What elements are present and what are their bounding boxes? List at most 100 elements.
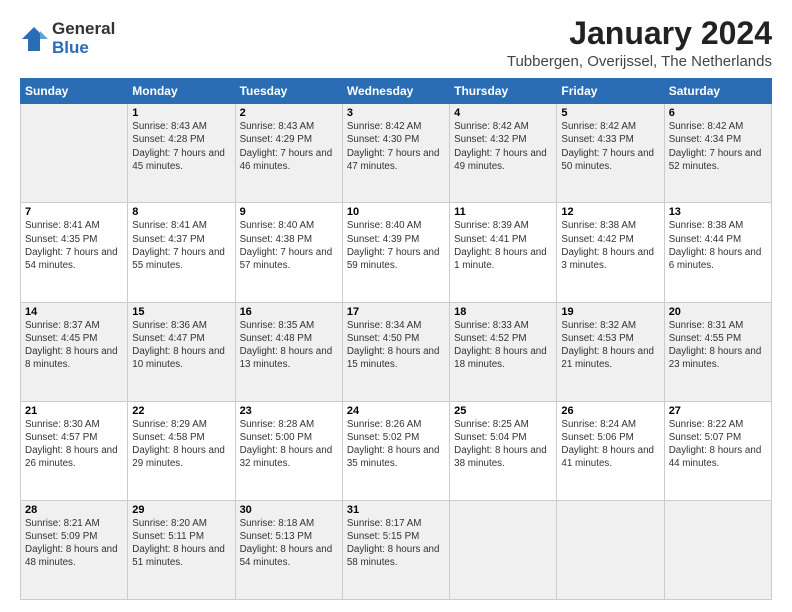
day-cell: 14 Sunrise: 8:37 AMSunset: 4:45 PMDaylig… [21,302,128,401]
subtitle: Tubbergen, Overijssel, The Netherlands [507,53,772,70]
logo-icon [20,25,48,53]
day-info: Sunrise: 8:41 AMSunset: 4:37 PMDaylight:… [132,219,230,272]
logo-general-text: General [52,20,115,39]
day-info: Sunrise: 8:34 AMSunset: 4:50 PMDaylight:… [347,319,445,372]
day-cell: 15 Sunrise: 8:36 AMSunset: 4:47 PMDaylig… [128,302,235,401]
day-number: 15 [132,306,230,318]
day-number: 26 [561,405,659,417]
day-cell: 1 Sunrise: 8:43 AMSunset: 4:28 PMDayligh… [128,104,235,203]
day-cell: 3 Sunrise: 8:42 AMSunset: 4:30 PMDayligh… [342,104,449,203]
day-info: Sunrise: 8:39 AMSunset: 4:41 PMDaylight:… [454,219,552,272]
week-row-2: 7 Sunrise: 8:41 AMSunset: 4:35 PMDayligh… [21,203,772,302]
day-cell: 9 Sunrise: 8:40 AMSunset: 4:38 PMDayligh… [235,203,342,302]
day-number: 17 [347,306,445,318]
day-cell: 17 Sunrise: 8:34 AMSunset: 4:50 PMDaylig… [342,302,449,401]
day-number: 27 [669,405,767,417]
day-number: 5 [561,107,659,119]
day-number: 11 [454,206,552,218]
day-number: 25 [454,405,552,417]
col-sunday: Sunday [21,79,128,104]
day-cell: 31 Sunrise: 8:17 AMSunset: 5:15 PMDaylig… [342,500,449,599]
day-number: 16 [240,306,338,318]
day-info: Sunrise: 8:40 AMSunset: 4:39 PMDaylight:… [347,219,445,272]
day-info: Sunrise: 8:31 AMSunset: 4:55 PMDaylight:… [669,319,767,372]
title-block: January 2024 Tubbergen, Overijssel, The … [507,16,772,70]
day-number: 20 [669,306,767,318]
day-cell: 6 Sunrise: 8:42 AMSunset: 4:34 PMDayligh… [664,104,771,203]
calendar-table: Sunday Monday Tuesday Wednesday Thursday… [20,78,772,600]
week-row-5: 28 Sunrise: 8:21 AMSunset: 5:09 PMDaylig… [21,500,772,599]
col-thursday: Thursday [450,79,557,104]
day-cell [450,500,557,599]
day-number: 24 [347,405,445,417]
day-info: Sunrise: 8:42 AMSunset: 4:34 PMDaylight:… [669,120,767,173]
day-number: 29 [132,504,230,516]
day-cell: 20 Sunrise: 8:31 AMSunset: 4:55 PMDaylig… [664,302,771,401]
day-cell: 23 Sunrise: 8:28 AMSunset: 5:00 PMDaylig… [235,401,342,500]
day-cell [557,500,664,599]
day-info: Sunrise: 8:41 AMSunset: 4:35 PMDaylight:… [25,219,123,272]
logo: General Blue [20,20,115,57]
col-tuesday: Tuesday [235,79,342,104]
day-info: Sunrise: 8:25 AMSunset: 5:04 PMDaylight:… [454,418,552,471]
day-cell: 2 Sunrise: 8:43 AMSunset: 4:29 PMDayligh… [235,104,342,203]
day-cell: 8 Sunrise: 8:41 AMSunset: 4:37 PMDayligh… [128,203,235,302]
day-info: Sunrise: 8:42 AMSunset: 4:30 PMDaylight:… [347,120,445,173]
day-info: Sunrise: 8:22 AMSunset: 5:07 PMDaylight:… [669,418,767,471]
day-info: Sunrise: 8:37 AMSunset: 4:45 PMDaylight:… [25,319,123,372]
header: General Blue January 2024 Tubbergen, Ove… [20,16,772,70]
day-info: Sunrise: 8:43 AMSunset: 4:28 PMDaylight:… [132,120,230,173]
day-info: Sunrise: 8:28 AMSunset: 5:00 PMDaylight:… [240,418,338,471]
day-info: Sunrise: 8:40 AMSunset: 4:38 PMDaylight:… [240,219,338,272]
day-cell: 10 Sunrise: 8:40 AMSunset: 4:39 PMDaylig… [342,203,449,302]
day-info: Sunrise: 8:20 AMSunset: 5:11 PMDaylight:… [132,517,230,570]
logo-text: General Blue [52,20,115,57]
day-number: 23 [240,405,338,417]
day-info: Sunrise: 8:36 AMSunset: 4:47 PMDaylight:… [132,319,230,372]
day-number: 12 [561,206,659,218]
day-number: 9 [240,206,338,218]
col-wednesday: Wednesday [342,79,449,104]
day-info: Sunrise: 8:17 AMSunset: 5:15 PMDaylight:… [347,517,445,570]
day-info: Sunrise: 8:43 AMSunset: 4:29 PMDaylight:… [240,120,338,173]
day-number: 10 [347,206,445,218]
day-cell: 28 Sunrise: 8:21 AMSunset: 5:09 PMDaylig… [21,500,128,599]
day-number: 31 [347,504,445,516]
day-number: 14 [25,306,123,318]
week-row-3: 14 Sunrise: 8:37 AMSunset: 4:45 PMDaylig… [21,302,772,401]
day-cell: 11 Sunrise: 8:39 AMSunset: 4:41 PMDaylig… [450,203,557,302]
main-title: January 2024 [507,16,772,51]
day-cell: 18 Sunrise: 8:33 AMSunset: 4:52 PMDaylig… [450,302,557,401]
page: General Blue January 2024 Tubbergen, Ove… [0,0,792,612]
day-cell: 7 Sunrise: 8:41 AMSunset: 4:35 PMDayligh… [21,203,128,302]
day-info: Sunrise: 8:18 AMSunset: 5:13 PMDaylight:… [240,517,338,570]
day-info: Sunrise: 8:38 AMSunset: 4:44 PMDaylight:… [669,219,767,272]
day-info: Sunrise: 8:33 AMSunset: 4:52 PMDaylight:… [454,319,552,372]
day-number: 1 [132,107,230,119]
day-cell [664,500,771,599]
day-info: Sunrise: 8:30 AMSunset: 4:57 PMDaylight:… [25,418,123,471]
day-info: Sunrise: 8:38 AMSunset: 4:42 PMDaylight:… [561,219,659,272]
day-cell: 5 Sunrise: 8:42 AMSunset: 4:33 PMDayligh… [557,104,664,203]
day-cell: 13 Sunrise: 8:38 AMSunset: 4:44 PMDaylig… [664,203,771,302]
day-number: 21 [25,405,123,417]
day-cell: 22 Sunrise: 8:29 AMSunset: 4:58 PMDaylig… [128,401,235,500]
day-cell: 30 Sunrise: 8:18 AMSunset: 5:13 PMDaylig… [235,500,342,599]
day-number: 18 [454,306,552,318]
day-cell: 19 Sunrise: 8:32 AMSunset: 4:53 PMDaylig… [557,302,664,401]
day-info: Sunrise: 8:24 AMSunset: 5:06 PMDaylight:… [561,418,659,471]
day-cell: 29 Sunrise: 8:20 AMSunset: 5:11 PMDaylig… [128,500,235,599]
day-info: Sunrise: 8:21 AMSunset: 5:09 PMDaylight:… [25,517,123,570]
col-monday: Monday [128,79,235,104]
day-number: 8 [132,206,230,218]
day-cell: 21 Sunrise: 8:30 AMSunset: 4:57 PMDaylig… [21,401,128,500]
day-number: 28 [25,504,123,516]
day-number: 6 [669,107,767,119]
day-info: Sunrise: 8:26 AMSunset: 5:02 PMDaylight:… [347,418,445,471]
day-number: 7 [25,206,123,218]
day-cell: 25 Sunrise: 8:25 AMSunset: 5:04 PMDaylig… [450,401,557,500]
col-friday: Friday [557,79,664,104]
logo-blue-text: Blue [52,39,115,58]
day-cell: 16 Sunrise: 8:35 AMSunset: 4:48 PMDaylig… [235,302,342,401]
week-row-4: 21 Sunrise: 8:30 AMSunset: 4:57 PMDaylig… [21,401,772,500]
